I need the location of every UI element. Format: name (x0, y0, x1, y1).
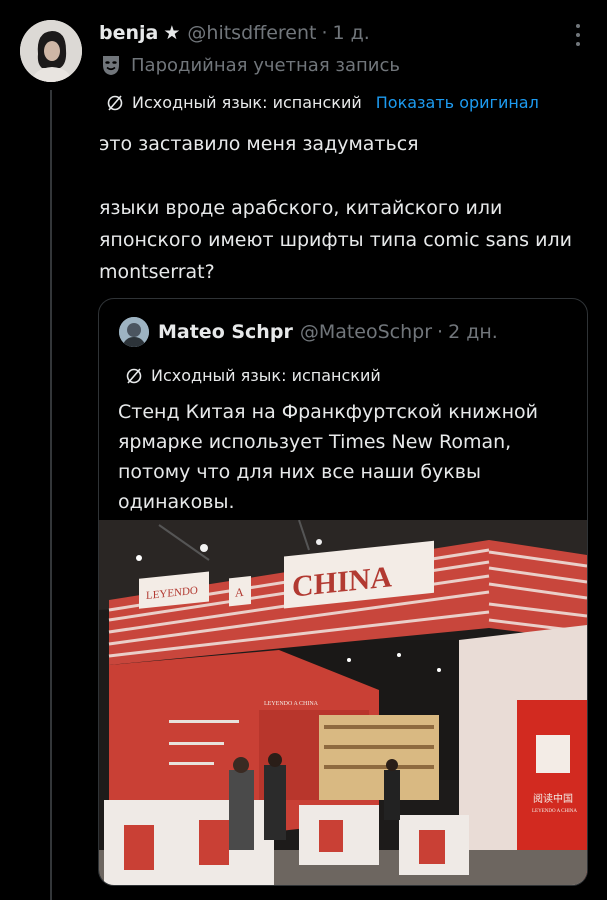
quote-source-language: Исходный язык: испанский (151, 366, 381, 385)
show-original-link[interactable]: Показать оригинал (376, 93, 539, 112)
quote-text: Стенд Китая на Франкфуртской книжной ярм… (118, 401, 539, 513)
author-handle[interactable]: @hitsdfferent (187, 22, 316, 44)
quoted-tweet[interactable]: Mateo Schpr @MateoSchpr · 2 дн. Исходный… (98, 298, 588, 886)
quote-author-name[interactable]: Mateo Schpr (158, 321, 293, 343)
parody-text: Пародийная учетная запись (131, 54, 400, 76)
source-language: Исходный язык: испанский (132, 93, 362, 112)
parody-mask-icon (103, 56, 119, 75)
translate-icon (126, 367, 142, 384)
more-dot (576, 33, 580, 37)
separator-dot: · (321, 22, 328, 44)
quote-header: Mateo Schpr @MateoSchpr · 2 дн. (119, 317, 498, 347)
more-dot (576, 42, 580, 46)
quote-translation-bar: Исходный язык: испанский (125, 366, 381, 385)
author-name[interactable]: benja (99, 22, 158, 44)
panel-chinese: 阅读中国 (533, 792, 573, 805)
thread-line (50, 90, 52, 900)
inner-sign: LEYENDO A CHINA (264, 701, 319, 707)
tweet-header: benja ★ @hitsdfferent · 1 д. (99, 20, 370, 46)
quote-time[interactable]: 2 дн. (448, 321, 498, 343)
quote-avatar[interactable] (119, 317, 149, 347)
tweet-paragraph: языки вроде арабского, китайского или яп… (99, 197, 572, 283)
panel-subtitle: LEYENDO A CHINA (532, 809, 577, 814)
parody-label: Пародийная учетная запись (101, 54, 400, 76)
separator-dot: · (437, 321, 444, 343)
more-icon[interactable] (573, 24, 583, 46)
quote-photo[interactable]: LEYENDO A CHINA LEYENDO A CHINA 阅读中国 LEY… (99, 520, 587, 885)
tweet-time[interactable]: 1 д. (333, 22, 370, 44)
star-icon: ★ (163, 22, 181, 44)
avatar[interactable] (20, 20, 82, 82)
quote-author-handle[interactable]: @MateoSchpr (300, 321, 432, 343)
more-dot (576, 24, 580, 28)
tweet-text: это заставило меня задуматься языки врод… (99, 128, 579, 288)
translation-bar: Исходный язык: испанский Показать оригин… (106, 93, 539, 112)
sign-a: A (235, 585, 244, 600)
tweet-paragraph: это заставило меня задуматься (99, 133, 419, 155)
translate-icon (107, 94, 123, 111)
